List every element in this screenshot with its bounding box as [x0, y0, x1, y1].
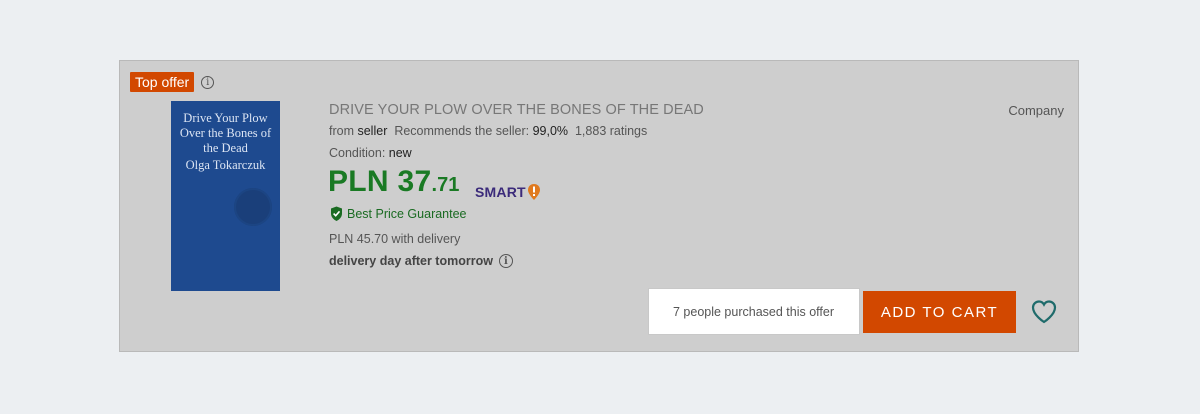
seller-name-link[interactable]: seller	[357, 124, 387, 138]
price-main: PLN 37	[328, 165, 432, 198]
smart-label: SMART	[475, 184, 526, 200]
delivery-price: PLN 45.70 with delivery	[329, 232, 461, 246]
condition-value: new	[388, 146, 412, 160]
delivery-info-icon[interactable]: i	[498, 254, 513, 268]
recommends-label: Recommends the seller:	[394, 124, 530, 138]
cover-seal-decoration	[234, 188, 272, 226]
badge-row: Top offer i	[130, 72, 215, 92]
offer-title[interactable]: DRIVE YOUR PLOW OVER THE BONES OF THE DE…	[329, 102, 704, 118]
purchased-count-box: 7 people purchased this offer	[648, 288, 860, 335]
heart-icon[interactable]	[1030, 298, 1058, 326]
info-icon[interactable]: i	[201, 75, 215, 89]
condition: Condition: new	[329, 146, 412, 160]
top-offer-badge: Top offer	[130, 72, 195, 92]
delivery-day-label: delivery day after tomorrow	[329, 254, 493, 268]
from-label: from	[329, 124, 354, 138]
shield-check-icon	[331, 206, 342, 221]
condition-label: Condition:	[329, 146, 386, 160]
company-label: Company	[1008, 103, 1064, 118]
guarantee-label: Best Price Guarantee	[347, 207, 467, 221]
seller-info: from seller Recommends the seller: 99,0%…	[329, 124, 647, 138]
book-cover-image[interactable]: Drive Your Plow Over the Bones of the De…	[171, 101, 280, 291]
offer-card: Top offer i Drive Your Plow Over the Bon…	[119, 60, 1079, 352]
ratings-link[interactable]: 1,883 ratings	[575, 124, 647, 138]
purchased-count-label: 7 people purchased this offer	[673, 304, 834, 319]
price-cents: .71	[431, 174, 460, 196]
price: PLN 37.71	[328, 165, 459, 199]
smart-badge-icon	[527, 184, 540, 200]
delivery-day: delivery day after tomorrow i	[329, 254, 513, 268]
recommends-value: 99,0%	[532, 124, 569, 138]
smart-badge[interactable]: SMART	[475, 183, 541, 201]
cover-title: Drive Your Plow Over the Bones of the De…	[179, 111, 272, 155]
best-price-guarantee[interactable]: Best Price Guarantee	[330, 206, 467, 222]
cover-author: Olga Tokarczuk	[185, 158, 266, 172]
add-to-cart-button[interactable]: ADD TO CART	[863, 291, 1016, 333]
